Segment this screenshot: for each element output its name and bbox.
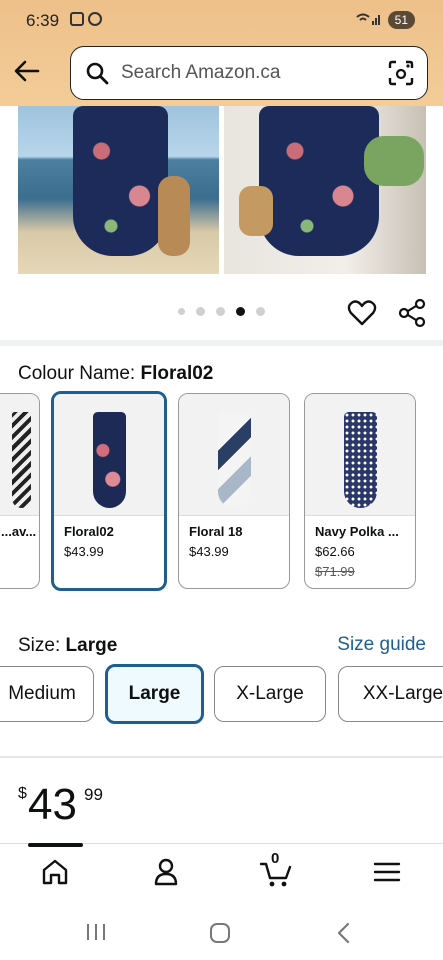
heart-icon[interactable] — [347, 298, 377, 333]
bottom-navigation: 0 — [0, 843, 443, 905]
status-right: 51 — [356, 11, 415, 29]
product-photo-terrace[interactable] — [224, 106, 426, 274]
product-image-gallery[interactable] — [0, 106, 443, 276]
status-bar: 6:39 51 — [0, 0, 443, 42]
account-icon[interactable] — [150, 856, 184, 890]
gallery-dot[interactable] — [256, 307, 265, 316]
colour-selected-value: Floral02 — [140, 363, 214, 384]
swatch-name: Floral 18 — [189, 524, 243, 539]
colour-swatch-selected[interactable]: Floral02 $43.99 — [51, 391, 167, 591]
swatch-price: $43.99 — [189, 544, 229, 559]
swatch-name: Floral02 — [64, 524, 114, 539]
home-button-icon[interactable] — [208, 921, 232, 950]
straw-bag-image — [158, 176, 190, 256]
screenshot-icon — [70, 12, 84, 26]
dress-image — [73, 106, 168, 256]
whatsapp-icon — [88, 12, 102, 26]
recent-apps-icon[interactable] — [85, 921, 107, 948]
back-button-icon[interactable] — [334, 921, 354, 950]
gallery-dot[interactable] — [196, 307, 205, 316]
gallery-pagination — [178, 307, 265, 316]
colour-swatch-list: ...av... Floral02 $43.99 Floral 18 $43.9… — [0, 391, 443, 596]
size-label: Size: Large — [18, 635, 117, 657]
colour-swatch[interactable]: Navy Polka ... $62.66 $71.99 — [304, 393, 416, 589]
swatch-price: $62.66 — [315, 544, 355, 559]
search-icon[interactable] — [85, 61, 109, 90]
status-time: 6:39 — [26, 11, 60, 30]
swatch-price: $43.99 — [64, 544, 104, 559]
section-divider — [0, 340, 443, 346]
dress-image — [259, 106, 379, 256]
dress-thumbnail — [217, 412, 251, 508]
swatch-name: Navy Polka ... — [315, 524, 399, 539]
size-option-medium[interactable]: Medium — [0, 666, 94, 722]
search-input[interactable]: Search Amazon.ca — [121, 62, 280, 84]
wifi-signal-icon — [356, 12, 382, 29]
back-arrow-icon[interactable] — [12, 56, 42, 86]
swatch-list-price: $71.99 — [315, 564, 355, 579]
size-option-large[interactable]: Large — [105, 664, 204, 724]
dress-thumbnail — [11, 412, 32, 508]
gallery-dot[interactable] — [216, 307, 225, 316]
straw-bag-image — [239, 186, 273, 236]
battery-badge: 51 — [387, 11, 415, 29]
size-option-xx-large[interactable]: XX-Large — [338, 666, 443, 722]
section-divider — [0, 756, 443, 758]
swatch-image — [179, 394, 289, 516]
product-photo-beach[interactable] — [18, 106, 219, 274]
status-notification-icons — [70, 12, 102, 26]
size-option-list: Medium Large X-Large XX-Large — [0, 664, 443, 724]
size-option-x-large[interactable]: X-Large — [214, 666, 326, 722]
colour-name-label: Colour Name: Floral02 — [18, 363, 213, 385]
active-tab-indicator — [28, 843, 83, 847]
gallery-dot-active[interactable] — [236, 307, 245, 316]
share-icon[interactable] — [398, 298, 426, 333]
colour-swatch[interactable]: Floral 18 $43.99 — [178, 393, 290, 589]
price-whole: 43 — [28, 780, 77, 829]
search-bar[interactable]: Search Amazon.ca — [70, 46, 428, 100]
gallery-dot[interactable] — [178, 308, 185, 315]
cart-icon[interactable]: 0 — [259, 850, 293, 890]
colour-label-text: Colour Name: — [18, 363, 136, 384]
swatch-image — [305, 394, 415, 516]
price-fraction: 99 — [84, 785, 103, 804]
dress-thumbnail — [343, 412, 377, 508]
home-icon[interactable] — [39, 856, 73, 890]
cart-count: 0 — [271, 850, 280, 867]
colour-swatch[interactable]: ...av... — [0, 393, 40, 589]
camera-scan-icon[interactable] — [387, 59, 415, 92]
size-label-text: Size: — [18, 635, 61, 656]
size-guide-link[interactable]: Size guide — [337, 634, 426, 656]
swatch-name: ...av... — [1, 524, 37, 539]
size-selected-value: Large — [65, 635, 118, 656]
system-navigation-bar — [0, 905, 443, 960]
swatch-image — [0, 394, 39, 516]
swatch-image — [54, 394, 164, 516]
plant-image — [364, 136, 424, 186]
dress-thumbnail — [92, 412, 126, 508]
app-header: 6:39 51 Search Amazon.ca — [0, 0, 443, 106]
menu-icon[interactable] — [372, 856, 406, 890]
price-currency: $ — [18, 785, 27, 802]
